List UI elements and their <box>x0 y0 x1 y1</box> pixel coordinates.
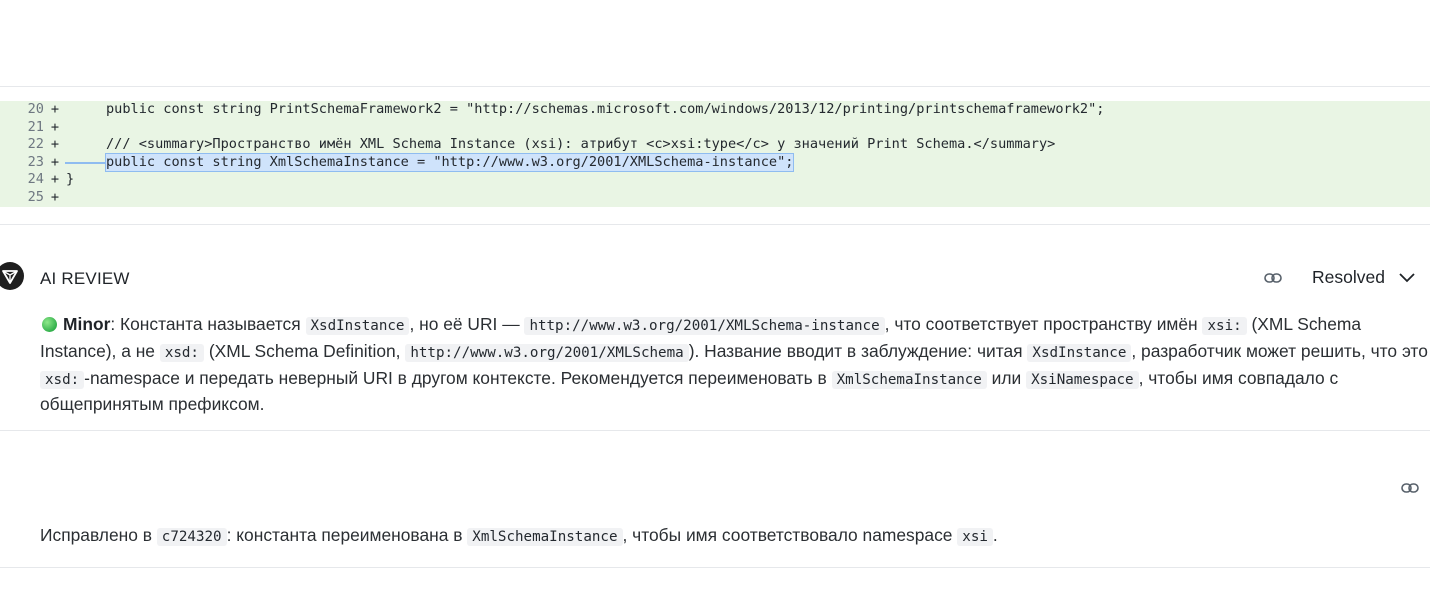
inline-code: XmlSchemaInstance <box>831 370 987 389</box>
text: , что соответствует пространству имён <box>884 314 1203 334</box>
line-number: 23 <box>27 153 44 170</box>
commit-hash-link[interactable]: c724320 <box>156 528 227 546</box>
diff-code: } <box>66 171 75 188</box>
inline-code: xsd: <box>159 343 204 362</box>
divider <box>0 224 1430 225</box>
text: , чтобы имя соответствовало namespace <box>622 525 958 545</box>
resolution-status-dropdown[interactable]: Resolved <box>1312 267 1415 288</box>
ai-reviewer-avatar-icon <box>0 262 24 290</box>
inline-code: XsiNamespace <box>1026 370 1139 389</box>
inline-code: XmlSchemaInstance <box>467 528 623 546</box>
text: : Константа называется <box>110 314 306 334</box>
top-area <box>0 0 1430 86</box>
text: : константа переименована в <box>226 525 468 545</box>
diff-sign: + <box>50 188 60 205</box>
diff-view: 20 + public const string PrintSchemaFram… <box>0 101 1430 207</box>
copy-link-icon[interactable] <box>1263 268 1283 288</box>
copy-link-icon[interactable] <box>1400 478 1420 498</box>
diff-line: 25 + <box>0 188 1430 207</box>
divider <box>0 430 1430 431</box>
text: , но её URI — <box>409 314 525 334</box>
diff-line: 21 + <box>0 118 1430 137</box>
inline-code: XsdInstance <box>1027 343 1132 362</box>
review-title: AI REVIEW <box>40 269 130 288</box>
text: -namespace и передать неверный URI в дру… <box>84 367 832 388</box>
line-number: 22 <box>27 136 44 153</box>
diff-line-selected: 23 + public const string XmlSchemaInstan… <box>0 152 1430 173</box>
text: ). Название вводит в заблуждение: читая <box>688 340 1028 361</box>
diff-line: 22 + /// <summary>Пространство имён XML … <box>0 136 1430 154</box>
line-number: 25 <box>27 188 44 205</box>
line-number: 24 <box>27 171 44 188</box>
divider <box>0 567 1430 568</box>
inline-code: xsi <box>957 528 993 546</box>
text: (XML Schema Definition, <box>203 340 406 361</box>
diff-code-selection[interactable]: public const string XmlSchemaInstance = … <box>104 152 795 173</box>
status-label: Resolved <box>1312 267 1385 287</box>
diff-sign: + <box>50 153 60 170</box>
severity-minor-icon <box>42 317 57 332</box>
diff-sign: + <box>50 101 60 117</box>
inline-code: XsdInstance <box>305 317 410 335</box>
diff-line: 24 + } <box>0 171 1430 189</box>
inline-code: http://www.w3.org/2001/XMLSchema <box>405 343 689 362</box>
diff-sign: + <box>50 136 60 153</box>
inline-code: http://www.w3.org/2001/XMLSchema-instanc… <box>524 317 885 335</box>
review-comment-body: Minor: Константа называется XsdInstance,… <box>40 312 1428 417</box>
line-number: 21 <box>27 118 44 135</box>
severity-label: Minor <box>63 314 111 334</box>
diff-sign: + <box>50 171 60 188</box>
chevron-down-icon <box>1399 267 1415 288</box>
inline-code: xsd: <box>40 370 85 389</box>
diff-code: public const string PrintSchemaFramework… <box>106 101 1105 117</box>
diff-sign: + <box>50 118 60 135</box>
text: или <box>986 367 1027 388</box>
diff-code: /// <summary>Пространство имён XML Schem… <box>106 136 1056 153</box>
text: , разработчик может решить, что это <box>1131 340 1428 361</box>
diff-line: 20 + public const string PrintSchemaFram… <box>0 101 1430 119</box>
line-number: 20 <box>27 101 44 117</box>
text: Исправлено в <box>40 525 157 545</box>
inline-code: xsi: <box>1202 317 1247 335</box>
text: . <box>992 525 998 545</box>
reply-comment-body: Исправлено в c724320: константа переимен… <box>40 523 998 549</box>
divider <box>0 86 1430 87</box>
